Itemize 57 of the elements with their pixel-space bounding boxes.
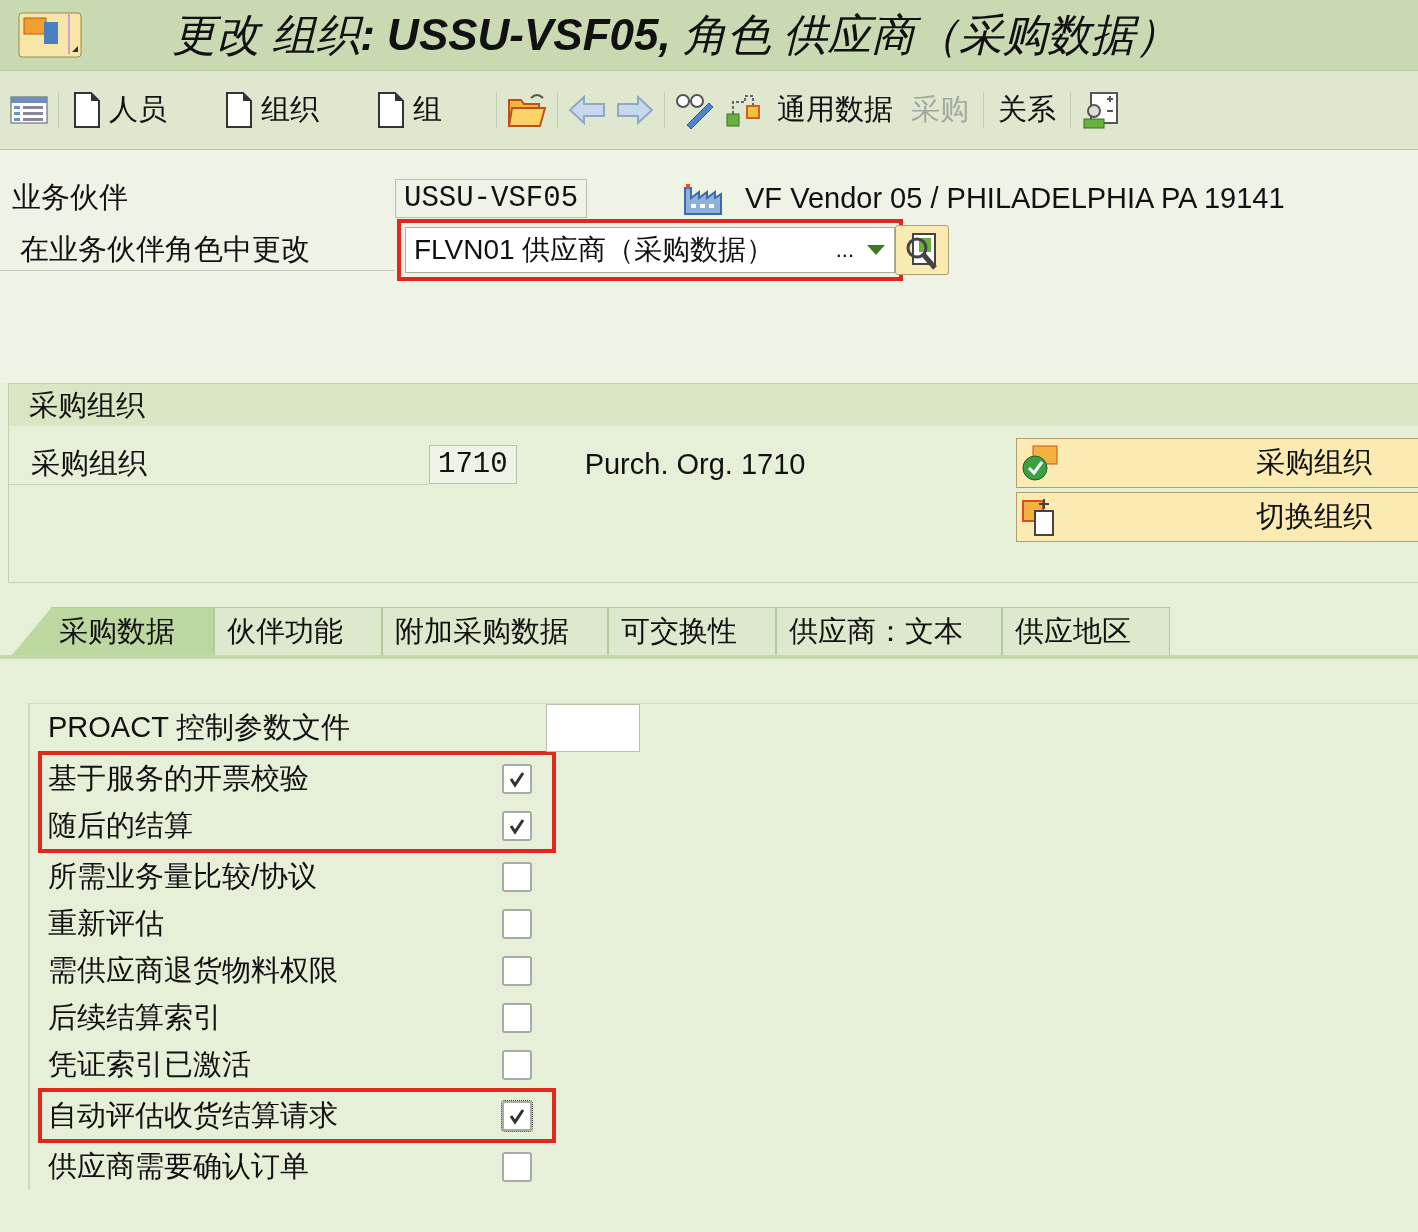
field-label: 基于服务的开票校验 [47, 760, 309, 796]
field-label: 采购组织 [9, 443, 429, 485]
document-icon [225, 91, 253, 129]
window-title: 更改 组织: USSU-VSF05, 角色 供应商（采购数据） [172, 8, 1180, 61]
toolbar-button[interactable]: 关系 [994, 90, 1060, 130]
check-icon [1021, 444, 1061, 482]
partner-value-field: USSU-VSF05 [395, 178, 588, 218]
purch-org-field: 1710 [429, 444, 517, 484]
field-label: 需供应商退货物料权限 [47, 952, 338, 988]
group-title: 采购组织 [9, 384, 1418, 426]
purch-org-description: Purch. Org. 1710 [584, 447, 806, 481]
search-button[interactable] [895, 225, 949, 275]
field-label: 重新评估 [47, 905, 164, 941]
caret-icon[interactable] [866, 244, 886, 256]
partner-description: VF Vendor 05 / PHILADELPHIA PA 19141 [745, 181, 1285, 215]
tab[interactable]: 供应商：文本 [776, 607, 1002, 655]
field-label: 后续结算索引 [47, 999, 222, 1035]
glasses-pen-icon[interactable] [675, 91, 715, 129]
checkbox[interactable] [502, 1151, 532, 1182]
tab[interactable]: 可交换性 [608, 607, 776, 655]
toolbar-button[interactable]: 组织 [221, 90, 323, 130]
checkbox[interactable] [502, 1049, 532, 1080]
org-button[interactable]: 采购组织 [1016, 438, 1418, 488]
folder-icon[interactable] [507, 92, 547, 128]
tab[interactable]: 伙伴功能 [214, 607, 382, 655]
app-menu-icon[interactable] [18, 12, 82, 58]
tab[interactable]: 供应地区 [1002, 607, 1170, 655]
role-dropdown[interactable]: FLVN01 供应商（采购数据） ... [405, 227, 895, 273]
org-button[interactable]: 切换组织 [1016, 492, 1418, 542]
input-field[interactable] [546, 703, 640, 752]
checkbox[interactable] [502, 861, 532, 892]
hierarchy-icon[interactable] [725, 92, 763, 128]
toolbar-button[interactable]: 通用数据 [773, 90, 897, 130]
field-label: 供应商需要确认订单 [47, 1148, 309, 1184]
field-label: 所需业务量比较/协议 [47, 858, 318, 894]
checkbox[interactable] [502, 1100, 532, 1131]
tab[interactable]: 采购数据 [12, 607, 214, 655]
checkbox[interactable] [502, 908, 532, 939]
tab[interactable]: 附加采购数据 [382, 607, 608, 655]
list-view-icon[interactable] [10, 96, 48, 124]
person-card-icon[interactable] [1081, 91, 1119, 129]
checkbox[interactable] [502, 810, 532, 841]
checkbox[interactable] [502, 1002, 532, 1033]
checkbox[interactable] [502, 763, 532, 794]
field-label: 随后的结算 [47, 807, 193, 843]
field-label: 业务伙伴 [11, 180, 129, 215]
toolbar-button[interactable]: 组 [373, 90, 446, 130]
toolbar-button[interactable]: 人员 [69, 90, 171, 130]
checkbox[interactable] [502, 955, 532, 986]
document-icon [73, 91, 101, 129]
field-label: 凭证索引已激活 [47, 1046, 251, 1082]
document-icon [377, 91, 405, 129]
back-arrow-icon[interactable] [568, 95, 606, 125]
forward-arrow-icon[interactable] [616, 95, 654, 125]
field-label: 在业务伙伴角色中更改 [0, 229, 395, 271]
field-label: PROACT 控制参数文件 [47, 709, 351, 745]
field-label: 自动评估收货结算请求 [47, 1097, 338, 1133]
